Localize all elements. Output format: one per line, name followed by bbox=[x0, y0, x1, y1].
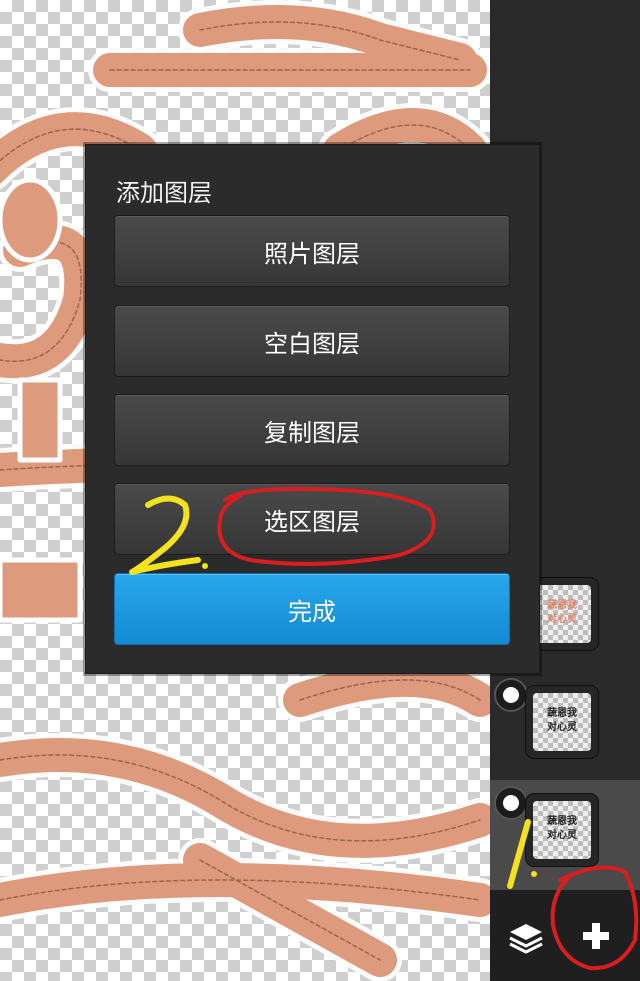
layer-visibility-toggle[interactable] bbox=[494, 786, 528, 820]
add-layer-dialog: 添加图层 照片图层 空白图层 复制图层 选区图层 完成 bbox=[85, 144, 540, 674]
layer-preview-text: 蔬恩我 对心灵 bbox=[547, 600, 577, 625]
layer-preview-text: 蔬恩我 对心灵 bbox=[547, 708, 577, 733]
layer-thumbnail[interactable]: 蔬恩我 对心灵 bbox=[526, 686, 598, 758]
selection-layer-button[interactable]: 选区图层 bbox=[114, 483, 510, 555]
layer-visibility-toggle[interactable] bbox=[494, 678, 528, 712]
plus-icon bbox=[583, 923, 609, 949]
blank-layer-button[interactable]: 空白图层 bbox=[114, 305, 510, 377]
done-button[interactable]: 完成 bbox=[114, 573, 510, 645]
layer-preview: 蔬恩我 对心灵 bbox=[533, 585, 591, 643]
dialog-title: 添加图层 bbox=[116, 179, 212, 207]
layer-thumbnail-selected[interactable]: 蔬恩我 对心灵 bbox=[526, 794, 598, 866]
layer-toolbar bbox=[490, 890, 640, 981]
layers-button[interactable] bbox=[500, 910, 552, 962]
layer-preview: 蔬恩我 对心灵 bbox=[533, 801, 591, 859]
photo-layer-button[interactable]: 照片图层 bbox=[114, 215, 510, 287]
duplicate-layer-button[interactable]: 复制图层 bbox=[114, 394, 510, 466]
layer-preview: 蔬恩我 对心灵 bbox=[533, 693, 591, 751]
layer-preview-text: 蔬恩我 对心灵 bbox=[547, 816, 577, 841]
add-layer-button[interactable] bbox=[566, 908, 626, 964]
layers-icon bbox=[509, 924, 543, 954]
